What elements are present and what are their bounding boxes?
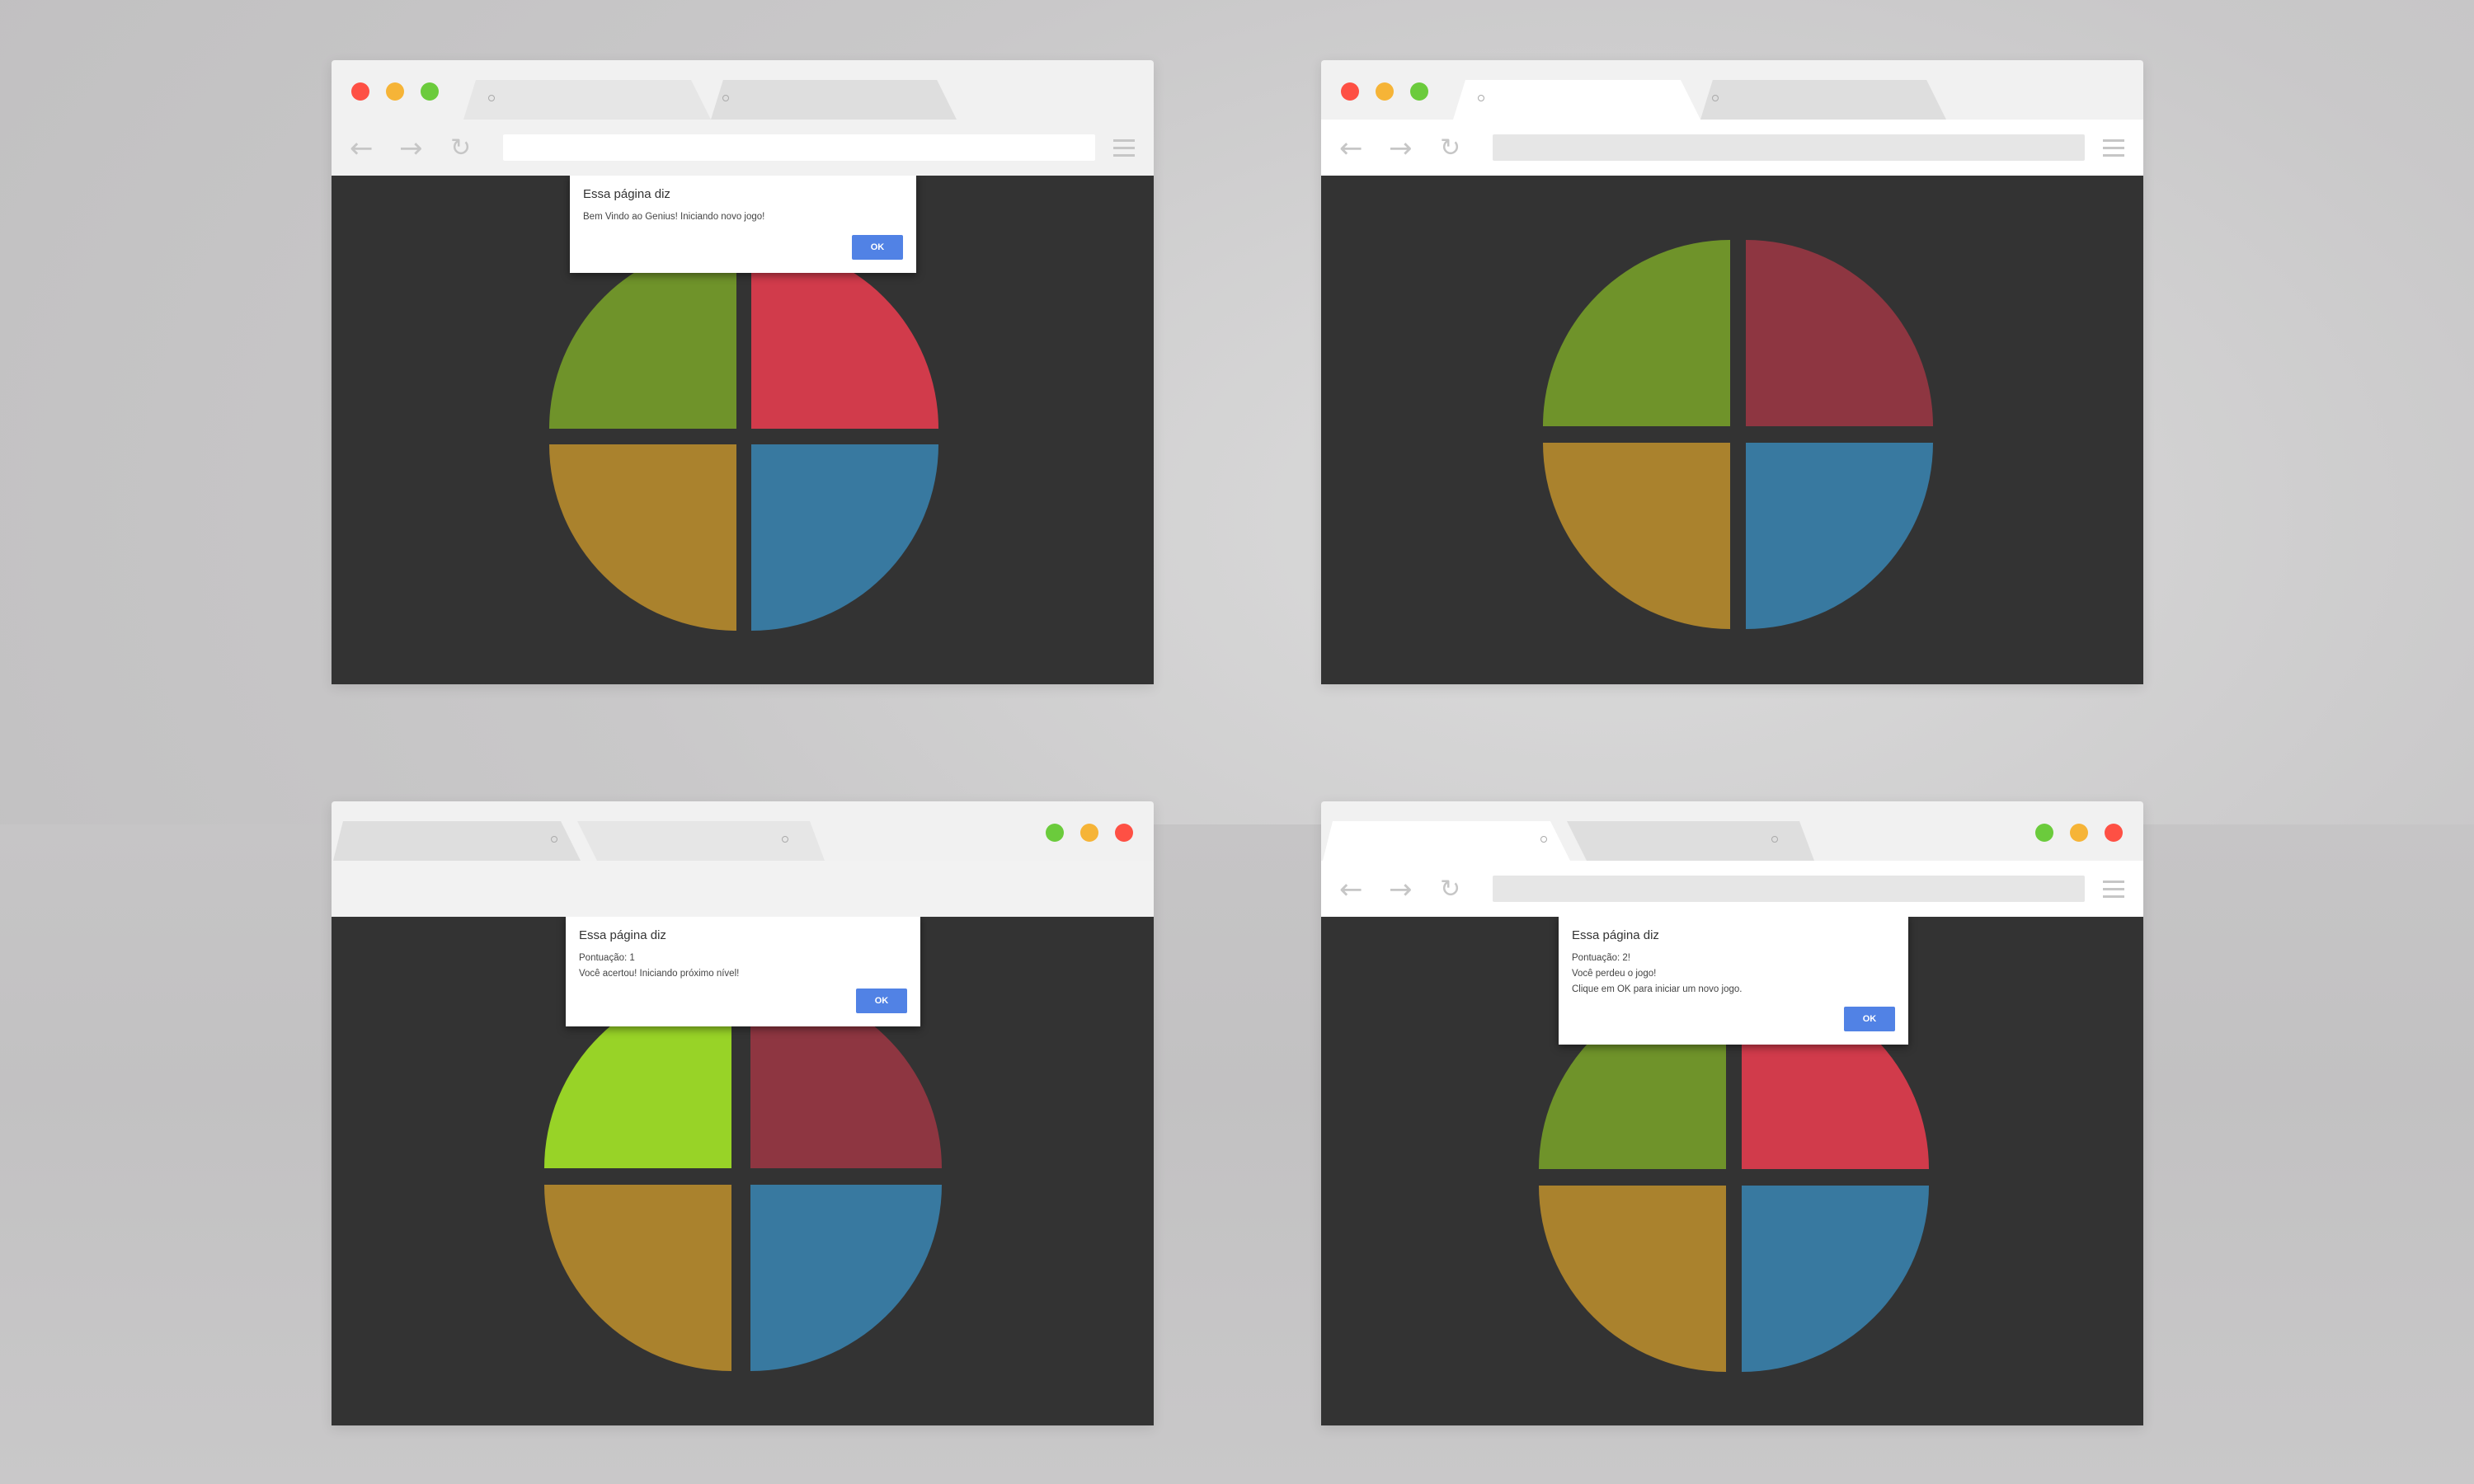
browser-tab-1[interactable]: [463, 80, 711, 120]
address-bar[interactable]: [1493, 876, 2085, 902]
minimize-window-button[interactable]: [2070, 824, 2088, 842]
tab-favicon-icon: [1771, 836, 1778, 843]
browser-tab-2[interactable]: [1567, 821, 1814, 861]
genius-game-area: Essa página diz Pontuação: 2! Você perde…: [1321, 917, 2143, 1425]
minimize-window-button[interactable]: [386, 82, 404, 101]
minimize-window-button[interactable]: [1376, 82, 1394, 101]
genius-game-area: [1321, 176, 2143, 684]
ok-button[interactable]: OK: [1844, 1007, 1895, 1031]
genius-blue-button[interactable]: [751, 444, 938, 631]
forward-arrow-icon[interactable]: →: [1389, 876, 1413, 904]
tab-bar: [332, 60, 1154, 120]
alert-dialog: Essa página diz Pontuação: 2! Você perde…: [1559, 917, 1908, 1045]
ok-button[interactable]: OK: [852, 235, 903, 260]
browser-window-playing: ← → ↻: [1321, 60, 2143, 684]
genius-yellow-button[interactable]: [1543, 443, 1730, 629]
tab-favicon-icon: [1478, 95, 1484, 101]
dialog-title: Essa página diz: [583, 187, 670, 201]
browser-tab-1[interactable]: [333, 821, 581, 861]
dialog-score: Pontuação: 2!: [1572, 953, 1630, 963]
dialog-message: Você perdeu o jogo!: [1572, 969, 1657, 979]
tab-favicon-icon: [1540, 836, 1547, 843]
browser-window-level-up: Essa página diz Pontuação: 1 Você acerto…: [332, 801, 1154, 1425]
close-window-button[interactable]: [1341, 82, 1359, 101]
genius-yellow-button[interactable]: [549, 444, 736, 631]
browser-tab-1[interactable]: [1323, 821, 1570, 861]
genius-blue-button[interactable]: [1742, 1186, 1929, 1372]
maximize-window-button[interactable]: [2035, 824, 2053, 842]
dialog-score: Pontuação: 1: [579, 953, 635, 963]
hamburger-menu-icon[interactable]: [2103, 139, 2124, 157]
dialog-message: Você acertou! Iniciando próximo nível!: [579, 969, 740, 979]
alert-dialog: Essa página diz Pontuação: 1 Você acerto…: [566, 917, 920, 1026]
ok-button[interactable]: OK: [856, 989, 907, 1013]
tab-bar: [332, 801, 1154, 861]
tab-favicon-icon: [722, 95, 729, 101]
dialog-message: Bem Vindo ao Genius! Iniciando novo jogo…: [583, 212, 765, 222]
close-window-button[interactable]: [1115, 824, 1133, 842]
maximize-window-button[interactable]: [421, 82, 439, 101]
address-bar[interactable]: [503, 134, 1095, 161]
back-arrow-icon[interactable]: ←: [1339, 134, 1363, 162]
tab-bar: [1321, 60, 2143, 120]
genius-game-area: Essa página diz Pontuação: 1 Você acerto…: [332, 917, 1154, 1425]
back-arrow-icon[interactable]: ←: [350, 134, 374, 162]
hamburger-menu-icon[interactable]: [1113, 139, 1135, 157]
tab-favicon-icon: [488, 95, 495, 101]
genius-red-button[interactable]: [1746, 240, 1933, 426]
minimize-window-button[interactable]: [1080, 824, 1098, 842]
navigation-bar: ← → ↻: [1321, 861, 2143, 917]
browser-tab-2[interactable]: [577, 821, 825, 861]
navigation-bar: ← → ↻: [1321, 120, 2143, 176]
dialog-instruction: Clique em OK para iniciar um novo jogo.: [1572, 984, 1743, 994]
dialog-title: Essa página diz: [579, 928, 666, 942]
forward-arrow-icon[interactable]: →: [1389, 134, 1413, 162]
browser-tab-2[interactable]: [1700, 80, 1946, 120]
tab-favicon-icon: [782, 836, 788, 843]
genius-green-button[interactable]: [1543, 240, 1730, 426]
tab-favicon-icon: [1712, 95, 1719, 101]
reload-icon[interactable]: ↻: [1440, 134, 1460, 162]
dialog-title: Essa página diz: [1572, 928, 1659, 942]
genius-yellow-button[interactable]: [1539, 1186, 1726, 1372]
genius-game-area: Essa página diz Bem Vindo ao Genius! Ini…: [332, 176, 1154, 684]
hamburger-menu-icon[interactable]: [2103, 881, 2124, 899]
alert-dialog: Essa página diz Bem Vindo ao Genius! Ini…: [570, 176, 916, 273]
back-arrow-icon[interactable]: ←: [1339, 876, 1363, 904]
genius-blue-button[interactable]: [1746, 443, 1933, 629]
tab-bar: [1321, 801, 2143, 861]
forward-arrow-icon[interactable]: →: [399, 134, 423, 162]
maximize-window-button[interactable]: [1410, 82, 1428, 101]
close-window-button[interactable]: [2105, 824, 2123, 842]
browser-window-game-over: ← → ↻ Essa página diz Pontuação: 2! Você…: [1321, 801, 2143, 1425]
reload-icon[interactable]: ↻: [450, 134, 471, 162]
browser-tab-2[interactable]: [711, 80, 957, 120]
maximize-window-button[interactable]: [1046, 824, 1064, 842]
genius-blue-button[interactable]: [750, 1185, 942, 1371]
genius-yellow-button[interactable]: [544, 1185, 731, 1371]
reload-icon[interactable]: ↻: [1440, 876, 1460, 904]
navigation-bar: ← → ↻: [332, 120, 1154, 176]
navigation-bar: [332, 861, 1154, 917]
close-window-button[interactable]: [351, 82, 369, 101]
tab-favicon-icon: [551, 836, 557, 843]
browser-window-welcome: ← → ↻ Essa página diz Bem Vindo ao Geniu…: [332, 60, 1154, 684]
browser-tab-1[interactable]: [1453, 80, 1700, 120]
address-bar[interactable]: [1493, 134, 2085, 161]
